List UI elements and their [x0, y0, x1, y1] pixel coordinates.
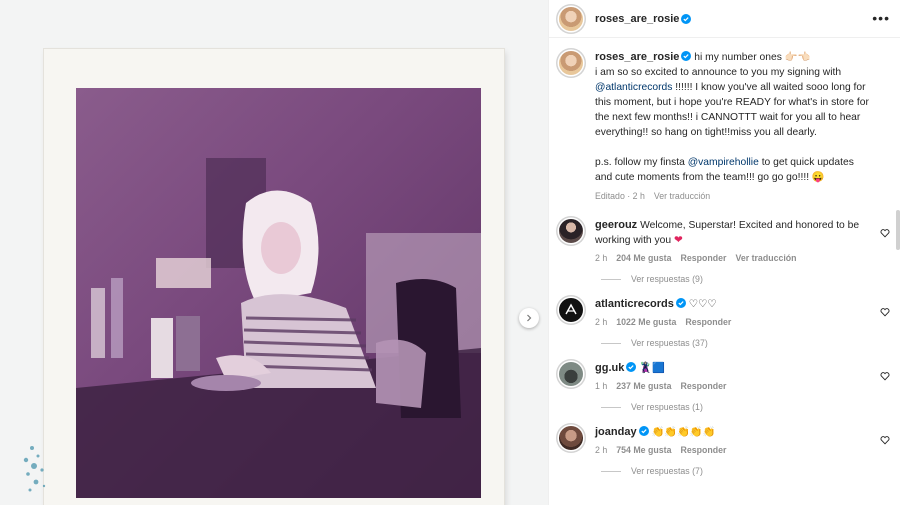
comment-item: gg.uk 🦹🏻‍♀️🟦 1 h 237 Me gusta Responder: [549, 350, 900, 391]
heart-icon: [880, 229, 890, 238]
mention-link[interactable]: @atlanticrecords: [595, 82, 672, 93]
comment-text: atlanticrecords ♡♡♡: [595, 286, 872, 312]
caption-text: roses_are_rosie hi my number ones 👉🏻👈🏻 i…: [595, 39, 872, 185]
heart-icon: [880, 308, 890, 317]
verified-badge-icon: [675, 298, 686, 308]
decorative-sparkle-icon: [23, 446, 46, 492]
view-replies-label: Ver respuestas (1): [631, 402, 703, 412]
caption: roses_are_rosie hi my number ones 👉🏻👈🏻 i…: [549, 39, 900, 201]
likes-count-button[interactable]: 1022 Me gusta: [616, 317, 676, 327]
scrollbar[interactable]: [896, 210, 900, 250]
caption-time: 2 h: [632, 191, 645, 201]
view-replies-label: Ver respuestas (9): [631, 274, 703, 284]
view-replies-button[interactable]: Ver respuestas (37): [601, 338, 708, 348]
comment-username[interactable]: gg.uk: [595, 362, 624, 374]
post-side-panel: roses_are_rosie ••• roses_are_rosie hi m…: [548, 0, 900, 505]
comment-text: joanday 👏👏👏👏👏: [595, 414, 872, 440]
verified-badge-icon: [626, 362, 637, 372]
likes-count-button[interactable]: 204 Me gusta: [616, 253, 671, 263]
avatar[interactable]: [559, 362, 583, 386]
edited-label: Editado: [595, 191, 625, 201]
comment-time: 1 h: [595, 381, 608, 391]
comment-username[interactable]: atlanticrecords: [595, 298, 674, 310]
avatar[interactable]: [559, 298, 583, 322]
comment-meta: 2 h 754 Me gusta Responder: [595, 445, 872, 455]
comment-body: ♡♡♡: [688, 299, 717, 310]
avatar[interactable]: [559, 426, 583, 450]
see-translation-button[interactable]: Ver traducción: [735, 253, 796, 263]
comment-time: 2 h: [595, 317, 608, 327]
verified-badge-icon: [681, 13, 692, 24]
more-options-button[interactable]: •••: [872, 11, 890, 25]
comment-item: joanday 👏👏👏👏👏 2 h 754 Me gusta Responder: [549, 414, 900, 455]
view-replies-label: Ver respuestas (37): [631, 338, 708, 348]
caption-line-2: i am so so excited to announce to you my…: [595, 67, 842, 78]
caption-line-1: hi my number ones 👉🏻👈🏻: [694, 52, 811, 63]
comment-username[interactable]: joanday: [595, 426, 637, 438]
comment-emoji: ❤: [674, 235, 683, 246]
comment-time: 2 h: [595, 253, 608, 263]
comment-text: geerouz Welcome, Superstar! Excited and …: [595, 207, 872, 248]
reply-button[interactable]: Responder: [680, 253, 726, 263]
comment-meta: 2 h 204 Me gusta Responder Ver traducció…: [595, 253, 872, 263]
atlantic-logo-icon: [565, 303, 577, 315]
heart-icon: [880, 436, 890, 445]
like-comment-button[interactable]: [880, 433, 890, 445]
view-replies-button[interactable]: Ver respuestas (7): [601, 466, 703, 476]
comment-emoji: 🦹🏻‍♀️🟦: [639, 363, 665, 374]
chevron-right-icon: [527, 314, 532, 322]
heart-icon: [880, 372, 890, 381]
caption-meta: Editado · 2 h Ver traducción: [595, 191, 711, 201]
avatar[interactable]: [559, 219, 583, 243]
reply-button[interactable]: Responder: [680, 381, 726, 391]
replies-divider: [601, 342, 621, 344]
comments-scroll[interactable]: roses_are_rosie hi my number ones 👉🏻👈🏻 i…: [549, 39, 900, 505]
see-translation-button[interactable]: Ver traducción: [654, 191, 710, 201]
replies-divider: [601, 278, 621, 280]
post-photo: [76, 88, 481, 498]
comment-text: gg.uk 🦹🏻‍♀️🟦: [595, 350, 872, 376]
view-replies-label: Ver respuestas (7): [631, 466, 703, 476]
post-media: [0, 0, 548, 505]
comment-username[interactable]: geerouz: [595, 219, 637, 231]
likes-count-button[interactable]: 237 Me gusta: [616, 381, 671, 391]
reply-button[interactable]: Responder: [685, 317, 731, 327]
verified-badge-icon: [638, 426, 649, 436]
replies-divider: [601, 470, 621, 472]
view-replies-button[interactable]: Ver respuestas (9): [601, 274, 703, 284]
caption-ps-prefix: p.s. follow my finsta: [595, 157, 688, 168]
comment-item: atlanticrecords ♡♡♡ 2 h 1022 Me gusta Re…: [549, 286, 900, 327]
avatar[interactable]: [559, 51, 583, 75]
like-comment-button[interactable]: [880, 369, 890, 381]
avatar[interactable]: [559, 6, 583, 31]
comment-meta: 2 h 1022 Me gusta Responder: [595, 317, 872, 327]
view-replies-button[interactable]: Ver respuestas (1): [601, 402, 703, 412]
verified-badge-icon: [681, 51, 692, 61]
reply-button[interactable]: Responder: [680, 445, 726, 455]
comment-emoji: 👏👏👏👏👏: [651, 427, 716, 438]
comment-time: 2 h: [595, 445, 608, 455]
likes-count-button[interactable]: 754 Me gusta: [616, 445, 671, 455]
next-image-button[interactable]: [519, 308, 539, 328]
more-icon: •••: [872, 10, 890, 26]
comment-meta: 1 h 237 Me gusta Responder: [595, 381, 872, 391]
replies-divider: [601, 406, 621, 408]
header-username[interactable]: roses_are_rosie: [595, 13, 679, 25]
mention-link[interactable]: @vampirehollie: [688, 157, 759, 168]
like-comment-button[interactable]: [880, 226, 890, 238]
post-header: roses_are_rosie •••: [549, 0, 900, 38]
comment-item: geerouz Welcome, Superstar! Excited and …: [549, 207, 900, 263]
caption-username[interactable]: roses_are_rosie: [595, 51, 679, 63]
like-comment-button[interactable]: [880, 305, 890, 317]
